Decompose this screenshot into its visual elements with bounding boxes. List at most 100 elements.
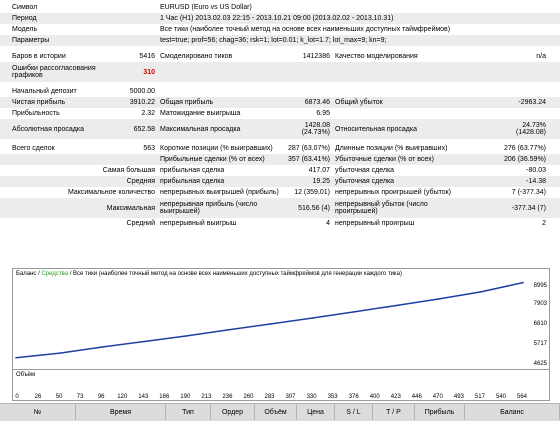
row-errors: Ошибки рассогласования графиков 310	[0, 62, 560, 82]
rel-dd-value: 24.73% (1428.08)	[480, 119, 546, 139]
bars-value: 5416	[139, 53, 155, 60]
x-tick-label: 120	[117, 394, 128, 400]
row-params: Параметры test=true; prof=56; chag=36; r…	[0, 35, 560, 46]
column-header[interactable]: Цена	[297, 404, 335, 420]
params-label: Параметры	[12, 37, 50, 44]
max-dd-percent: (24.73%)	[301, 129, 330, 136]
column-header[interactable]: T / P	[373, 404, 415, 420]
quality-label: Качество моделирования	[335, 53, 418, 60]
column-header[interactable]: Ордер	[211, 404, 255, 420]
x-tick-label: 307	[285, 394, 296, 400]
maximal-label: Максимальная	[106, 204, 155, 212]
balance-point	[522, 281, 524, 284]
loss-trades-label: Убыточные сделки (% от всех)	[335, 156, 434, 163]
row-period: Период 1 Час (H1) 2013.02.03 22:15 - 201…	[0, 13, 560, 24]
balance-point	[15, 357, 17, 359]
row-trades: Всего сделок 563 Короткие позиции (% выи…	[0, 143, 560, 154]
average-loss-value: -14.38	[526, 178, 546, 185]
x-tick-label: 540	[496, 394, 507, 400]
pf-value: 2.32	[141, 110, 155, 117]
max-dd-amount: 1428.08	[304, 122, 330, 129]
balance-chart: Баланс / Средства / Все тики (наиболее т…	[12, 268, 550, 370]
x-tick-label: 143	[138, 394, 149, 400]
maxprofit-label: непрерывная прибыль (число выигрышей)	[160, 201, 258, 215]
volume-chart: Объём 0 26 50 73 96 120 143 166 190 213 236 260 283 3…	[12, 369, 550, 401]
x-tick-label: 330	[307, 394, 318, 400]
row-drawdown: Абсолютная просадка 652.58 Максимальная …	[0, 119, 560, 139]
x-tick-label: 423	[391, 394, 402, 400]
maxcount-label: Максимальное количество	[67, 189, 155, 196]
balance-point	[311, 317, 314, 319]
row-maxcount: Максимальное количество непрерывных выиг…	[0, 187, 560, 198]
trades-table-header: № Время Тип Ордер Объём Цена S / LT / P Прибыль…	[0, 403, 560, 421]
rel-dd-label: Относительная просадка	[335, 125, 417, 133]
y-tick-3: 6810	[533, 321, 547, 327]
long-value: 276 (63.77%)	[503, 145, 546, 152]
balance-point	[353, 311, 355, 313]
rel-dd-percent: 24.73%	[522, 122, 546, 129]
x-tick-label: 96	[98, 394, 105, 400]
x-tick-label: 283	[264, 394, 275, 400]
deposit-value: 5000.00	[129, 88, 155, 95]
row-profit-trades: Прибыльные сделки (% от всех) 357 (63.41…	[0, 154, 560, 165]
row-largest: Самая большая прибыльная сделка 417.07 у…	[0, 165, 560, 176]
net-value: 3910.22	[129, 99, 155, 106]
y-tick-5: 4625	[533, 361, 547, 367]
column-header[interactable]: Баланс	[465, 404, 560, 420]
y-tick-1: 8995	[533, 283, 547, 289]
long-label: Длинные позиции (% выигравших)	[335, 145, 448, 152]
trades-label: Всего сделок	[12, 145, 55, 152]
symbol-label: Символ	[12, 4, 38, 11]
row-deposit: Начальный депозит 5000.00	[0, 86, 560, 97]
balance-point	[60, 352, 62, 354]
errors-label: Ошибки рассогласования графиков	[12, 65, 96, 79]
x-tick-label: 0	[15, 394, 19, 400]
gross-profit-label: Общая прибыль	[160, 99, 214, 106]
largest-loss-value: -80.03	[526, 167, 546, 174]
column-header[interactable]: Объём	[255, 404, 297, 420]
x-tick-label: 376	[349, 394, 360, 400]
column-header[interactable]: Время	[76, 404, 166, 420]
y-tick-4: 5717	[533, 341, 547, 347]
balance-line	[15, 281, 524, 359]
maxprofit-value: 516.56 (4)	[298, 204, 330, 212]
max-dd-value: 1428.08 (24.73%)	[270, 119, 330, 139]
max-dd-label: Максимальная просадка	[160, 125, 241, 133]
rel-dd-amount: (1428.08)	[516, 129, 546, 136]
largest-loss-label: убыточная сделка	[335, 167, 395, 174]
x-tick-label: 493	[454, 394, 465, 400]
gross-loss-value: -2963.24	[518, 99, 546, 106]
x-tick-label: 213	[201, 394, 212, 400]
errors-value: 310	[143, 68, 155, 76]
maxcons-wins-label: непрерывных выигрышей (прибыль)	[160, 189, 279, 196]
row-model: Модель Все тики (наиболее точный метод н…	[0, 24, 560, 35]
profit-trades-label: Прибыльные сделки (% от всех)	[160, 156, 265, 163]
avg-wins-value: 4	[326, 220, 330, 227]
avg-label: Средний	[126, 220, 155, 227]
trades-value: 563	[143, 145, 155, 152]
column-header[interactable]: Прибыль	[415, 404, 465, 420]
avg-losses-label: непрерывный проигрыш	[335, 220, 415, 227]
largest-label: Самая большая	[102, 167, 155, 174]
x-tick-label: 564	[517, 394, 528, 400]
column-header[interactable]: S / L	[335, 404, 373, 420]
deposit-label: Начальный депозит	[12, 88, 77, 95]
average-profit-value: 19.25	[312, 178, 330, 185]
maxcons-losses-value: 7 (-377.34)	[511, 189, 546, 196]
column-header[interactable]: Тип	[166, 404, 211, 420]
average-profit-label: прибыльная сделка	[160, 178, 225, 185]
period-label: Период	[12, 15, 37, 22]
row-pf: Прибыльность 2.32 Матожидание выигрыша 6…	[0, 108, 560, 119]
quality-value: n/a	[536, 53, 546, 60]
volume-plot: 0 26 50 73 96 120 143 166 190 213 236 260 283 307 330 3…	[15, 394, 528, 400]
avg-wins-label: непрерывный выигрыш	[160, 220, 237, 227]
maxcons-wins-value: 12 (359.01)	[294, 189, 330, 196]
balance-point	[186, 335, 188, 337]
row-average: Средняя прибыльная сделка 19.25 убыточна…	[0, 176, 560, 187]
x-tick-label: 446	[412, 394, 423, 400]
x-tick-label: 236	[222, 394, 233, 400]
abs-dd-value: 652.58	[133, 125, 155, 133]
params-value: test=true; prof=56; chag=36; rsk=1; lot=…	[160, 37, 387, 44]
x-tick-label: 260	[243, 394, 254, 400]
column-header[interactable]: №	[0, 404, 76, 420]
